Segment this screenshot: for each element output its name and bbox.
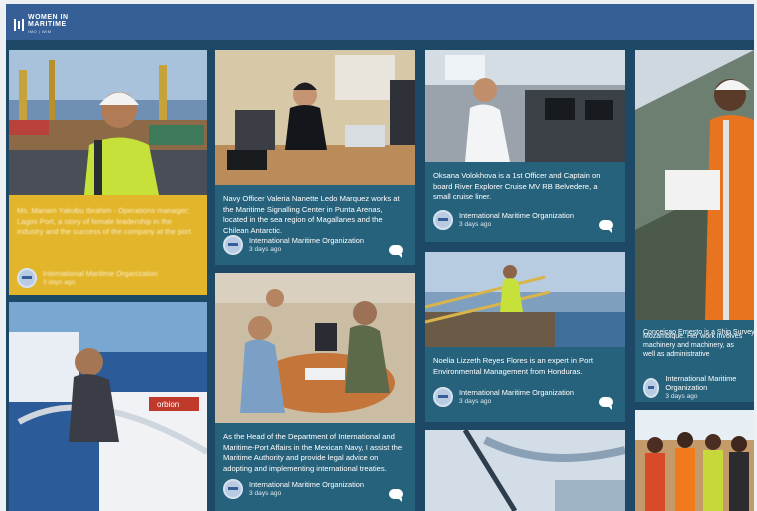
post-author[interactable]: International Maritime Organization [43,269,158,278]
logo-line-3: IMO | WIM [28,29,52,34]
org-avatar [223,479,243,499]
post-caption: Oksana Volokhova is a 1st Officer and Ca… [433,171,601,201]
post-meta: International Maritime Organization 3 da… [223,235,364,255]
post-time: 3 days ago [665,393,698,400]
post-author[interactable]: International Maritime Organization [459,211,574,220]
logo-icon [14,18,24,31]
post-photo: orbion [9,302,207,511]
post-card-navy-officer[interactable]: Navy Officer Valeria Nanette Ledo Marque… [215,50,415,265]
post-author[interactable]: International Maritime Organization [249,480,364,489]
post-caption: Ms. Mariam Yakubu Ibrahim - Operations m… [17,206,194,236]
org-avatar [643,377,660,398]
post-author[interactable]: International Maritime Organization [459,388,574,397]
post-photo [215,273,415,423]
org-avatar [433,210,453,230]
post-photo [635,410,754,511]
post-photo [425,430,625,511]
post-caption: Navy Officer Valeria Nanette Ledo Marque… [223,194,400,235]
post-photo [425,252,625,347]
post-meta: International Maritime Organization 3 da… [433,210,574,230]
top-bar: WOMEN IN MARITIME IMO | WIM [6,4,754,40]
post-time: 3 days ago [459,221,492,228]
post-photo [215,50,415,185]
logo-line-1: WOMEN IN [28,14,69,21]
org-avatar [223,235,243,255]
post-meta: International Maritime Organization 3 da… [433,387,574,407]
logo-text: WOMEN IN MARITIME IMO | WIM [28,14,69,35]
women-in-maritime-logo[interactable]: WOMEN IN MARITIME IMO | WIM [14,14,69,35]
post-caption: As the Head of the Department of Interna… [223,432,403,473]
post-photo [425,50,625,162]
svg-text:orbion: orbion [157,400,179,409]
post-author[interactable]: International Maritime Organization [249,236,364,245]
post-meta: International Maritime Organization 3 da… [643,374,754,401]
post-meta: International Maritime Organization 3 da… [17,268,158,288]
post-meta: International Maritime Organization 3 da… [223,479,364,499]
post-time: 3 days ago [459,398,492,405]
post-time: 3 days ago [249,246,282,253]
org-avatar [17,268,37,288]
post-card-team[interactable] [635,410,754,511]
post-card-port-worker[interactable]: Ms. Mariam Yakubu Ibrahim - Operations m… [9,50,207,295]
post-card-ship-officer[interactable]: Oksana Volokhova is a 1st Officer and Ca… [425,50,625,242]
post-card-ship-surveyor[interactable]: Conceicao Ernesto is a Ship Surveyor Moz… [635,50,754,402]
post-caption: Noelia Lizzeth Reyes Flores is an expert… [433,356,593,376]
post-caption: Mozambique. Her work involves machinery … [643,333,743,358]
comment-icon[interactable] [389,489,403,502]
post-card-partial[interactable] [425,430,625,511]
post-wall: Ms. Mariam Yakubu Ibrahim - Operations m… [6,40,754,511]
comment-icon[interactable] [389,245,403,258]
post-card-sailing[interactable]: orbion [9,302,207,511]
post-photo [9,50,207,195]
post-card-port-environment[interactable]: Noelia Lizzeth Reyes Flores is an expert… [425,252,625,422]
org-avatar [433,387,453,407]
page-frame: WOMEN IN MARITIME IMO | WIM Ms. Mariam Y… [0,0,757,511]
post-author[interactable]: International Maritime Organization [665,374,754,392]
post-time: 3 days ago [249,490,282,497]
comment-icon[interactable] [599,397,613,410]
post-time: 3 days ago [43,279,76,286]
post-photo [635,50,754,320]
post-card-mexican-navy[interactable]: As the Head of the Department of Interna… [215,273,415,511]
comment-icon[interactable] [599,220,613,233]
logo-line-2: MARITIME [28,21,67,28]
